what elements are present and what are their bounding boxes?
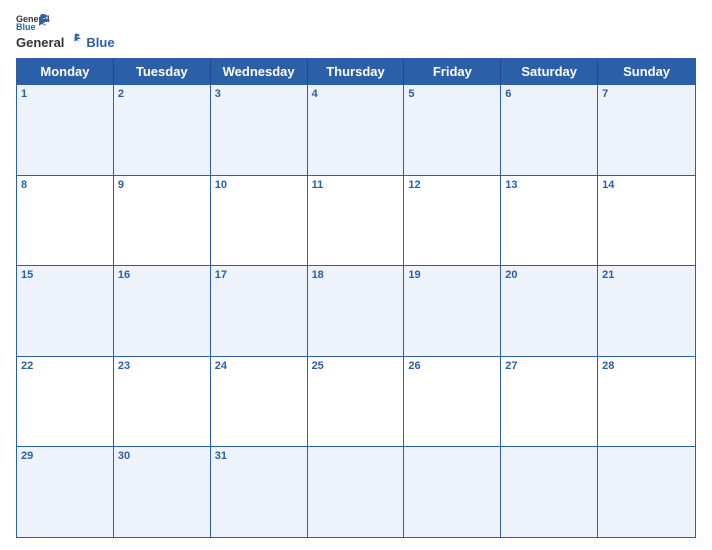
header-day-sunday: Sunday [598, 59, 695, 84]
header-day-tuesday: Tuesday [114, 59, 211, 84]
calendar-day-1: 1 [17, 85, 114, 175]
calendar-day-15: 15 [17, 266, 114, 356]
date-number: 24 [215, 360, 227, 372]
date-number: 22 [21, 360, 33, 372]
date-number: 8 [21, 179, 27, 191]
date-number: 28 [602, 360, 614, 372]
date-number: 11 [312, 179, 324, 191]
date-number: 2 [118, 88, 124, 100]
page-header: General Blue General Blue [16, 12, 696, 50]
calendar-day-16: 16 [114, 266, 211, 356]
date-number: 21 [602, 269, 614, 281]
logo-text-blue: Blue [86, 35, 114, 50]
date-number: 15 [21, 269, 33, 281]
date-number: 29 [21, 450, 33, 462]
date-number: 12 [408, 179, 420, 191]
date-number: 17 [215, 269, 227, 281]
date-number: 26 [408, 360, 420, 372]
calendar-day-20: 20 [501, 266, 598, 356]
logo-bird-icon [66, 33, 84, 47]
date-number: 9 [118, 179, 124, 191]
date-number: 7 [602, 88, 608, 100]
logo-icon: General Blue [16, 13, 52, 31]
calendar-day-22: 22 [17, 357, 114, 447]
calendar-day-5: 5 [404, 85, 501, 175]
calendar-week-1: 1 2 3 4 5 6 7 [17, 84, 695, 175]
date-number: 10 [215, 179, 227, 191]
calendar-day-3: 3 [211, 85, 308, 175]
calendar-day-7: 7 [598, 85, 695, 175]
date-number: 18 [312, 269, 324, 281]
calendar-page: General Blue General Blue MondayTuesdayW… [0, 0, 712, 550]
date-number: 1 [21, 88, 27, 100]
date-number: 31 [215, 450, 227, 462]
calendar-day-30: 30 [114, 447, 211, 537]
calendar-grid: MondayTuesdayWednesdayThursdayFridaySatu… [16, 58, 696, 538]
logo-text-general: General [16, 35, 64, 50]
logo: General Blue General Blue [16, 12, 115, 50]
date-number: 14 [602, 179, 614, 191]
calendar-day-28: 28 [598, 357, 695, 447]
calendar-header: MondayTuesdayWednesdayThursdayFridaySatu… [17, 59, 695, 84]
calendar-day-empty [308, 447, 405, 537]
date-number: 16 [118, 269, 130, 281]
calendar-day-18: 18 [308, 266, 405, 356]
calendar-day-23: 23 [114, 357, 211, 447]
date-number: 23 [118, 360, 130, 372]
calendar-day-29: 29 [17, 447, 114, 537]
date-number: 20 [505, 269, 517, 281]
calendar-day-6: 6 [501, 85, 598, 175]
header-day-wednesday: Wednesday [211, 59, 308, 84]
calendar-day-26: 26 [404, 357, 501, 447]
calendar-week-4: 22 23 24 25 26 27 28 [17, 356, 695, 447]
date-number: 6 [505, 88, 511, 100]
calendar-day-13: 13 [501, 176, 598, 266]
date-number: 19 [408, 269, 420, 281]
calendar-day-21: 21 [598, 266, 695, 356]
calendar-day-24: 24 [211, 357, 308, 447]
calendar-week-2: 8 9 10 11 12 13 14 [17, 175, 695, 266]
date-number: 30 [118, 450, 130, 462]
calendar-day-27: 27 [501, 357, 598, 447]
date-number: 5 [408, 88, 414, 100]
calendar-day-empty [404, 447, 501, 537]
calendar-day-14: 14 [598, 176, 695, 266]
calendar-day-25: 25 [308, 357, 405, 447]
calendar-day-19: 19 [404, 266, 501, 356]
date-number: 4 [312, 88, 318, 100]
calendar-day-empty [501, 447, 598, 537]
date-number: 27 [505, 360, 517, 372]
calendar-day-2: 2 [114, 85, 211, 175]
header-day-thursday: Thursday [308, 59, 405, 84]
header-day-saturday: Saturday [501, 59, 598, 84]
calendar-day-10: 10 [211, 176, 308, 266]
calendar-body: 1234567891011121314151617181920212223242… [17, 84, 695, 537]
header-day-monday: Monday [17, 59, 114, 84]
date-number: 3 [215, 88, 221, 100]
calendar-week-3: 15 16 17 18 19 20 21 [17, 265, 695, 356]
calendar-day-11: 11 [308, 176, 405, 266]
date-number: 25 [312, 360, 324, 372]
calendar-day-17: 17 [211, 266, 308, 356]
calendar-day-9: 9 [114, 176, 211, 266]
calendar-day-4: 4 [308, 85, 405, 175]
date-number: 13 [505, 179, 517, 191]
calendar-day-31: 31 [211, 447, 308, 537]
calendar-week-5: 29 30 31 [17, 446, 695, 537]
calendar-day-empty [598, 447, 695, 537]
calendar-day-12: 12 [404, 176, 501, 266]
calendar-day-8: 8 [17, 176, 114, 266]
svg-text:Blue: Blue [16, 22, 36, 31]
header-day-friday: Friday [404, 59, 501, 84]
